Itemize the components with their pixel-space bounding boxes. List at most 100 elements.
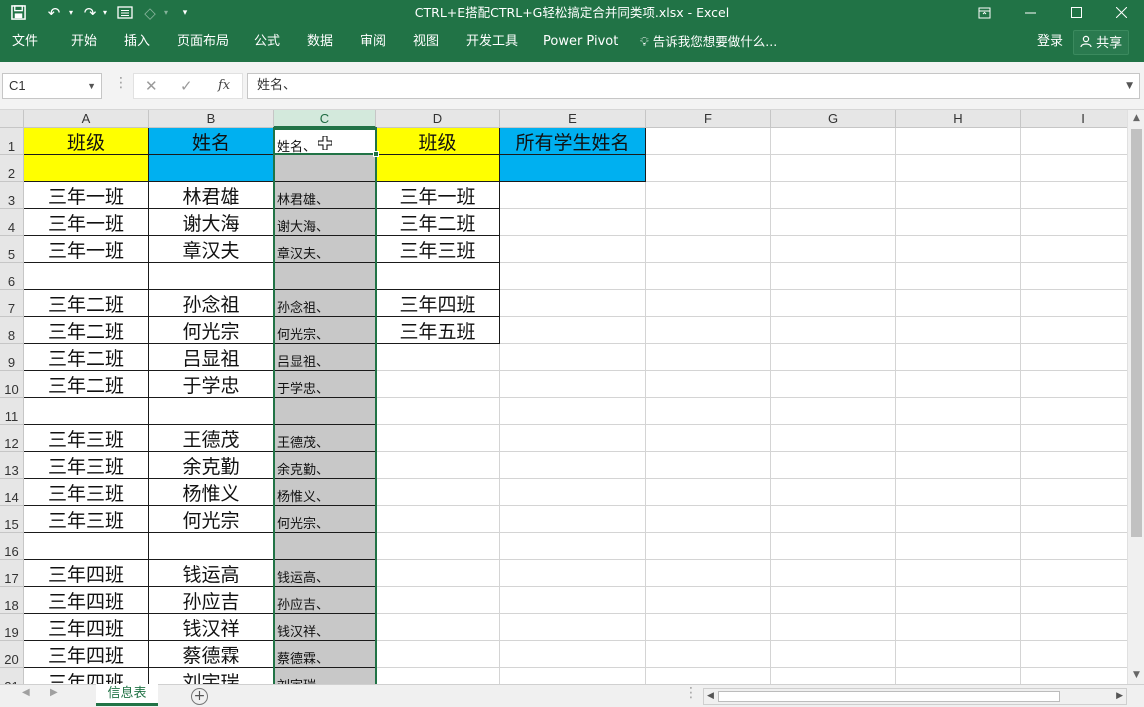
grid-cell[interactable]: [1021, 587, 1127, 614]
cell-all-names-value[interactable]: [500, 155, 646, 182]
cell-class[interactable]: 三年四班: [24, 641, 149, 668]
sheet-next-icon[interactable]: ▶: [50, 687, 58, 698]
grid-cell[interactable]: [376, 614, 500, 641]
row-header[interactable]: 10: [0, 371, 24, 398]
grid-cell[interactable]: [376, 533, 500, 560]
cell-class-list[interactable]: 三年一班: [376, 182, 500, 209]
shape-icon[interactable]: ◇: [140, 0, 160, 25]
grid-cell[interactable]: [896, 236, 1021, 263]
shape-dropdown-icon[interactable]: ▾: [162, 0, 170, 25]
cell-class[interactable]: 三年四班: [24, 560, 149, 587]
grid-cell[interactable]: [896, 479, 1021, 506]
row-header[interactable]: 16: [0, 533, 24, 560]
cell-class[interactable]: 三年四班: [24, 614, 149, 641]
grid-cell[interactable]: [646, 560, 771, 587]
cell-class[interactable]: 三年四班: [24, 668, 149, 684]
cell-class[interactable]: 三年一班: [24, 236, 149, 263]
tab-home[interactable]: 开始: [71, 25, 97, 59]
grid-cell[interactable]: [1021, 182, 1127, 209]
cell-name[interactable]: 蔡德霖: [149, 641, 274, 668]
row-header[interactable]: 20: [0, 641, 24, 668]
grid-cell[interactable]: [896, 155, 1021, 182]
grid-cell[interactable]: [771, 668, 896, 684]
row-header[interactable]: 3: [0, 182, 24, 209]
grid-cell[interactable]: [771, 641, 896, 668]
grid-cell[interactable]: [771, 182, 896, 209]
cell-name[interactable]: 林君雄: [149, 182, 274, 209]
grid-cell[interactable]: [646, 641, 771, 668]
row-header[interactable]: 21: [0, 668, 24, 684]
grid-cell[interactable]: [1021, 668, 1127, 684]
grid-cell[interactable]: [771, 533, 896, 560]
cell-class[interactable]: 三年二班: [24, 290, 149, 317]
grid-cell[interactable]: [771, 236, 896, 263]
cell-name[interactable]: 章汉夫: [149, 236, 274, 263]
grid-cell[interactable]: [1021, 317, 1127, 344]
tab-insert[interactable]: 插入: [124, 25, 150, 59]
cell-class-list[interactable]: [376, 155, 500, 182]
grid-cell[interactable]: [771, 209, 896, 236]
cell-name-concat[interactable]: 于学忠、: [274, 371, 376, 398]
tab-page-layout[interactable]: 页面布局: [177, 25, 229, 59]
customize-qat-icon[interactable]: ▾: [178, 0, 192, 25]
enter-icon[interactable]: ✓: [180, 74, 193, 98]
cell-class[interactable]: 三年三班: [24, 425, 149, 452]
grid-cell[interactable]: [896, 128, 1021, 155]
row-header[interactable]: 1: [0, 128, 24, 155]
grid-cell[interactable]: [771, 290, 896, 317]
tab-split-icon[interactable]: ⋮: [684, 685, 698, 701]
cell-class[interactable]: 三年二班: [24, 371, 149, 398]
row-header[interactable]: 14: [0, 479, 24, 506]
grid-cell[interactable]: [500, 263, 646, 290]
grid-cell[interactable]: [500, 236, 646, 263]
column-header-a[interactable]: A: [24, 110, 149, 128]
column-header-i[interactable]: I: [1021, 110, 1127, 128]
cell-name[interactable]: 何光宗: [149, 317, 274, 344]
cell-name-concat[interactable]: [274, 398, 376, 425]
grid-cell[interactable]: [1021, 371, 1127, 398]
row-header[interactable]: 12: [0, 425, 24, 452]
grid-cell[interactable]: [896, 614, 1021, 641]
cell-class[interactable]: [24, 155, 149, 182]
tell-me-box[interactable]: 💡︎ 告诉我您想要做什么...: [640, 25, 777, 59]
grid-cell[interactable]: [896, 317, 1021, 344]
grid-cell[interactable]: [771, 263, 896, 290]
tab-review[interactable]: 审阅: [360, 25, 386, 59]
sheet-prev-icon[interactable]: ◀: [22, 687, 30, 698]
expand-formula-bar-icon[interactable]: ▼: [1126, 74, 1133, 98]
row-header[interactable]: 2: [0, 155, 24, 182]
grid-cell[interactable]: [376, 371, 500, 398]
header-cell-all-names[interactable]: 所有学生姓名: [500, 128, 646, 155]
grid-cell[interactable]: [646, 236, 771, 263]
grid-cell[interactable]: [646, 452, 771, 479]
worksheet-grid[interactable]: A B C D E F G H I 1 2 3 4 5 6 7 8 9 10 11 12 13 14 15 16 17 18 19 20…: [0, 110, 1127, 684]
cell-name-concat[interactable]: 钱运高、: [274, 560, 376, 587]
grid-cell[interactable]: [896, 182, 1021, 209]
horizontal-scrollbar[interactable]: ◀ ▶: [703, 688, 1127, 705]
close-icon[interactable]: [1098, 0, 1144, 25]
maximize-icon[interactable]: [1053, 0, 1099, 25]
login-link[interactable]: 登录: [1037, 25, 1063, 59]
cell-name[interactable]: 钱汉祥: [149, 614, 274, 641]
cell-class[interactable]: 三年三班: [24, 479, 149, 506]
grid-cell[interactable]: [1021, 452, 1127, 479]
cell-class-list[interactable]: 三年三班: [376, 236, 500, 263]
row-header[interactable]: 8: [0, 317, 24, 344]
header-cell-class-2[interactable]: 班级: [376, 128, 500, 155]
cell-name-concat[interactable]: 刘宇瑞、: [274, 668, 376, 684]
grid-cell[interactable]: [1021, 209, 1127, 236]
select-all-corner[interactable]: [0, 110, 24, 128]
grid-cell[interactable]: [646, 668, 771, 684]
grid-cell[interactable]: [771, 425, 896, 452]
sheet-tab-info[interactable]: 信息表: [96, 684, 158, 706]
scroll-left-icon[interactable]: ◀: [707, 689, 714, 704]
header-cell-name[interactable]: 姓名: [149, 128, 274, 155]
grid-cell[interactable]: [500, 344, 646, 371]
grid-cell[interactable]: [376, 641, 500, 668]
grid-cell[interactable]: [646, 263, 771, 290]
scroll-right-icon[interactable]: ▶: [1116, 689, 1123, 704]
grid-cell[interactable]: [896, 263, 1021, 290]
column-header-d[interactable]: D: [376, 110, 500, 128]
cancel-icon[interactable]: ✕: [145, 74, 158, 98]
grid-cell[interactable]: [500, 587, 646, 614]
